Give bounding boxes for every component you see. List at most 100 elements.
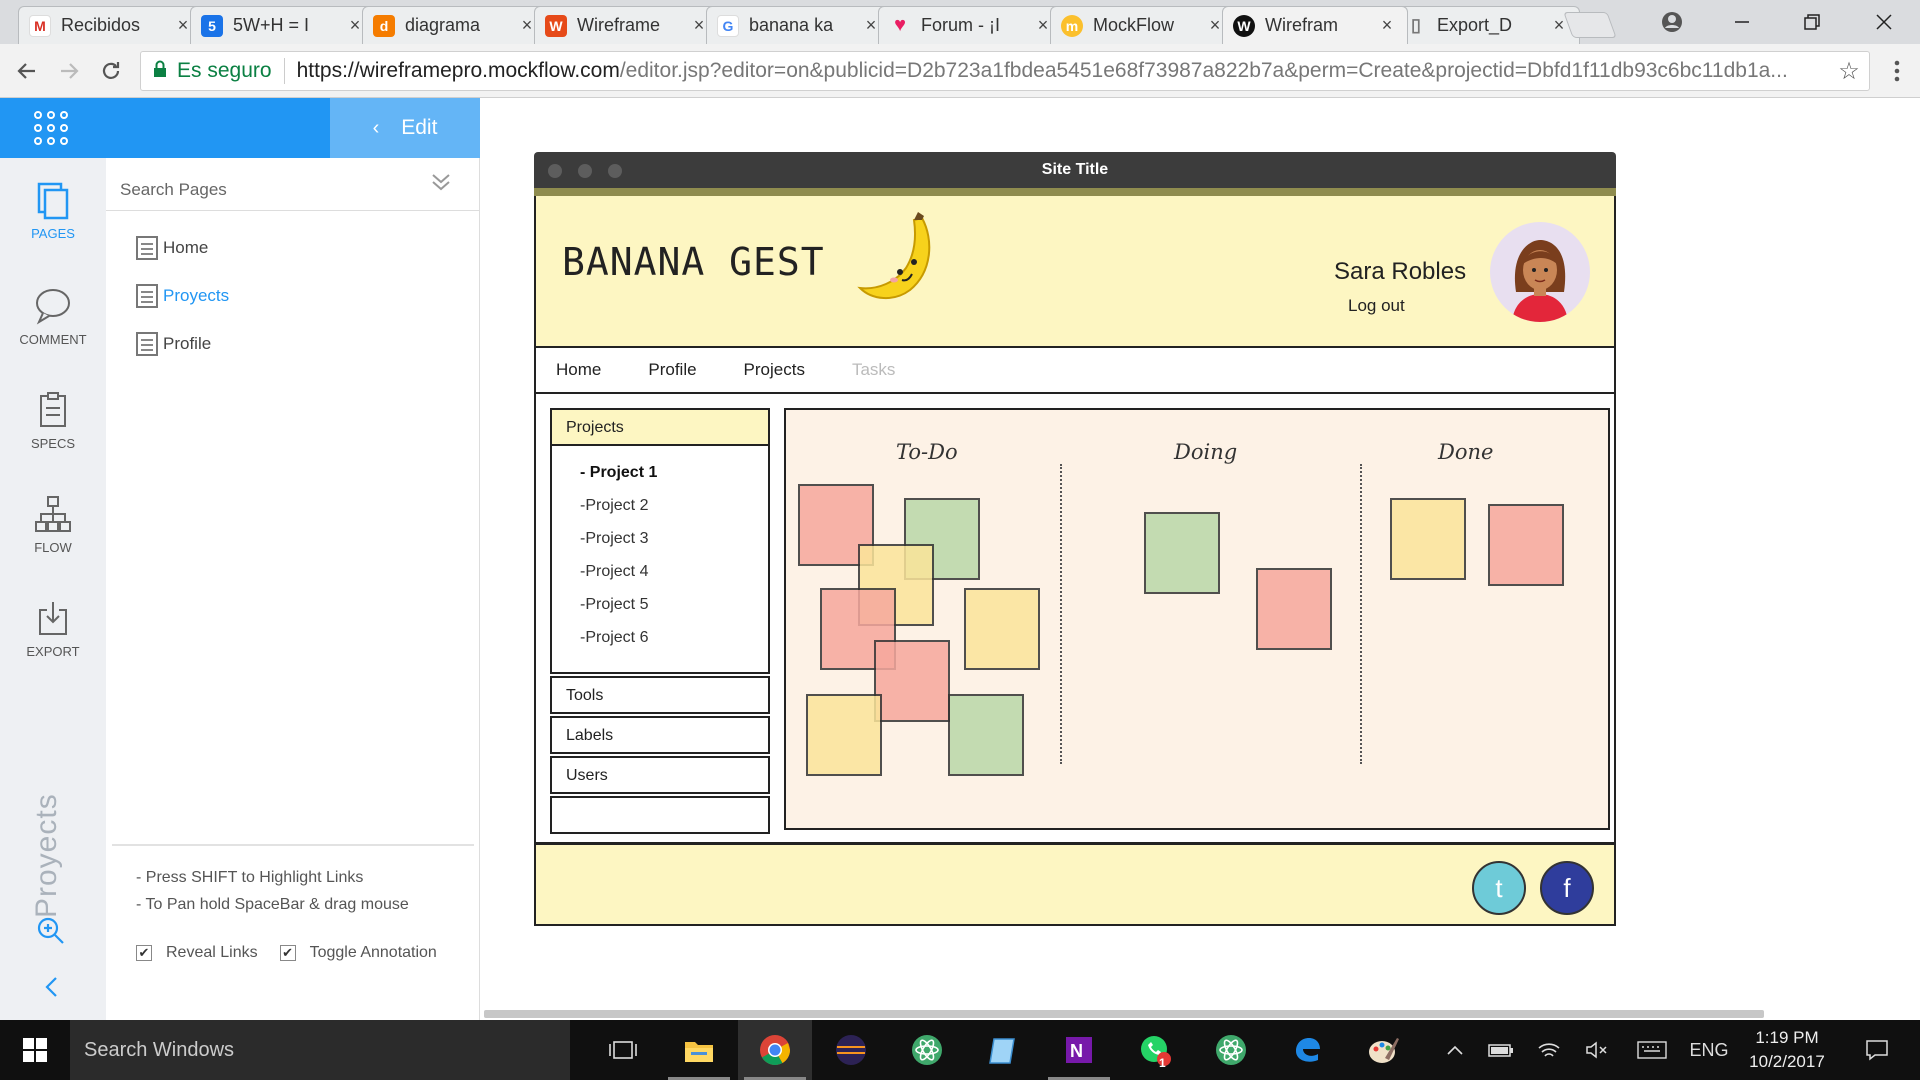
sticky-note[interactable]	[964, 588, 1040, 670]
file-explorer-icon[interactable]	[662, 1020, 736, 1080]
onenote-icon[interactable]: N	[1042, 1020, 1116, 1080]
column-divider	[1060, 464, 1062, 764]
keyboard-icon[interactable]	[1632, 1020, 1672, 1080]
column-doing: Doing	[1174, 440, 1238, 464]
nav-home[interactable]: Home	[556, 360, 601, 380]
toggle-annotation-checkbox[interactable]: ✔ Toggle Annotation	[279, 944, 437, 962]
browser-tab[interactable]: ♥ Forum - ¡I ×	[878, 6, 1064, 44]
back-arrow-icon[interactable]	[10, 54, 44, 88]
wireframe-titlebar: Site Title	[534, 152, 1616, 188]
rail-export[interactable]: EXPORT	[0, 598, 106, 659]
language-indicator[interactable]: ENG	[1684, 1020, 1734, 1080]
rail-flow[interactable]: FLOW	[0, 494, 106, 555]
restore-icon[interactable]	[1780, 0, 1844, 44]
sticky-note[interactable]	[948, 694, 1024, 776]
apps-menu-button[interactable]	[0, 98, 330, 158]
page-item-home[interactable]: Home	[136, 236, 208, 260]
browser-tab[interactable]: M Recibidos ×	[18, 6, 204, 44]
close-icon[interactable]: ×	[1377, 15, 1397, 36]
logout-link[interactable]: Log out	[1348, 296, 1405, 316]
volume-muted-icon[interactable]	[1580, 1020, 1614, 1080]
rail-comment[interactable]: COMMENT	[0, 286, 106, 347]
project-item[interactable]: -Project 2	[552, 489, 768, 522]
nav-tasks[interactable]: Tasks	[852, 360, 895, 380]
sidebar-item-tools[interactable]: Tools	[550, 676, 770, 714]
sticky-note[interactable]	[1144, 512, 1220, 594]
nav-profile[interactable]: Profile	[648, 360, 696, 380]
project-item[interactable]: -Project 5	[552, 588, 768, 621]
secure-label: Es seguro	[177, 59, 272, 82]
sidebar-item-labels[interactable]: Labels	[550, 716, 770, 754]
sticky-note[interactable]	[874, 640, 950, 722]
checkbox-label: Reveal Links	[166, 944, 258, 961]
facebook-icon[interactable]: f	[1540, 861, 1594, 915]
browser-tab-active[interactable]: W Wirefram ×	[1222, 6, 1408, 44]
sticky-note[interactable]	[1256, 568, 1332, 650]
browser-tab[interactable]: G banana ka ×	[706, 6, 892, 44]
pages-panel: Search Pages Home Proyects Profile - Pre…	[106, 158, 480, 1020]
project-item[interactable]: -Project 4	[552, 555, 768, 588]
project-item[interactable]: - Project 1	[552, 456, 768, 489]
chevron-up-icon[interactable]	[1440, 1020, 1470, 1080]
browser-tab[interactable]: ▯ Export_D ×	[1394, 6, 1580, 44]
menu-dots-icon[interactable]	[1880, 54, 1914, 88]
forward-arrow-icon[interactable]	[52, 54, 86, 88]
wifi-icon[interactable]	[1532, 1020, 1566, 1080]
twitter-icon[interactable]: t	[1472, 861, 1526, 915]
atom-icon-2[interactable]	[1194, 1020, 1268, 1080]
editor-icon-rail: PAGES COMMENT SPECS FLOW EXPORT Proyects	[0, 158, 106, 1020]
atom-icon[interactable]	[890, 1020, 964, 1080]
reveal-links-checkbox[interactable]: ✔ Reveal Links	[136, 944, 258, 962]
double-chevron-down-icon[interactable]	[429, 170, 453, 200]
zoom-icon[interactable]	[36, 916, 66, 953]
eclipse-icon[interactable]	[814, 1020, 888, 1080]
sidebar-header: Projects	[550, 408, 770, 446]
address-bar[interactable]: Es seguro https://wireframepro.mockflow.…	[140, 51, 1870, 91]
edit-button[interactable]: ‹ Edit	[330, 98, 480, 158]
action-center-icon[interactable]	[1852, 1020, 1902, 1080]
chevron-left-icon: ‹	[372, 116, 380, 139]
svg-text:N: N	[1070, 1041, 1083, 1061]
profile-icon[interactable]	[1640, 0, 1704, 44]
task-view-icon[interactable]	[586, 1020, 660, 1080]
windows-taskbar: Search Windows N 1 ENG 1:19 PM 10/2/2017	[0, 1020, 1920, 1080]
whatsapp-icon[interactable]: 1	[1118, 1020, 1192, 1080]
sticky-note[interactable]	[806, 694, 882, 776]
minimize-icon[interactable]	[1710, 0, 1774, 44]
page-item-profile[interactable]: Profile	[136, 332, 211, 356]
browser-tab[interactable]: W Wireframe ×	[534, 6, 720, 44]
browser-tab[interactable]: m MockFlow ×	[1050, 6, 1236, 44]
rail-specs[interactable]: SPECS	[0, 390, 106, 451]
chrome-icon[interactable]	[738, 1020, 812, 1080]
wireframe-browser[interactable]: Site Title BANANA GEST Sara Robles Log o…	[534, 152, 1616, 926]
edit-label: Edit	[401, 116, 438, 139]
project-item[interactable]: -Project 6	[552, 621, 768, 654]
page-label: Home	[163, 238, 209, 257]
browser-tab[interactable]: 5 5W+H = I ×	[190, 6, 376, 44]
sticky-note[interactable]	[1390, 498, 1466, 580]
browser-tab[interactable]: d diagrama ×	[362, 6, 548, 44]
window-close-icon[interactable]	[1852, 0, 1916, 44]
wireframe-icon: W	[545, 14, 567, 37]
system-clock[interactable]: 1:19 PM 10/2/2017	[1732, 1026, 1842, 1074]
taskbar-search-input[interactable]: Search Windows	[70, 1020, 570, 1080]
new-tab-button[interactable]	[1563, 12, 1617, 38]
project-item[interactable]: -Project 3	[552, 522, 768, 555]
page-item-proyects[interactable]: Proyects	[136, 284, 229, 308]
bookmark-star-icon[interactable]: ☆	[1829, 57, 1869, 86]
collapse-panel-icon[interactable]	[42, 974, 62, 1007]
nav-projects[interactable]: Projects	[744, 360, 805, 380]
reload-icon[interactable]	[94, 54, 128, 88]
search-pages-input[interactable]: Search Pages	[120, 180, 227, 200]
edge-icon[interactable]	[1270, 1020, 1344, 1080]
paint-icon[interactable]	[1346, 1020, 1420, 1080]
notes-app-icon[interactable]	[966, 1020, 1040, 1080]
rail-label: EXPORT	[26, 644, 80, 659]
gmail-icon: M	[29, 14, 51, 37]
horizontal-scrollbar[interactable]	[484, 1010, 1764, 1018]
battery-icon[interactable]	[1484, 1020, 1518, 1080]
sidebar-item-users[interactable]: Users	[550, 756, 770, 794]
rail-pages[interactable]: PAGES	[0, 180, 106, 241]
sticky-note[interactable]	[1488, 504, 1564, 586]
windows-start-button[interactable]	[0, 1020, 70, 1080]
